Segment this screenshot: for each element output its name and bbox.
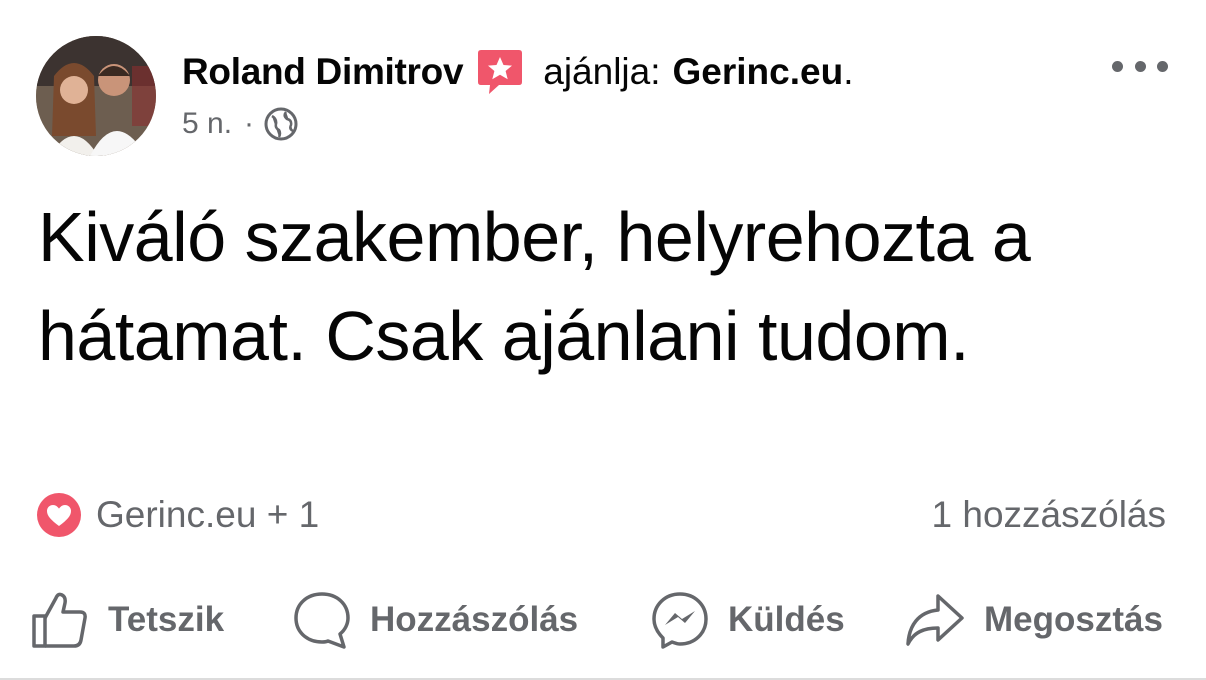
send-button[interactable]: Küldés [650,582,845,658]
thumbs-up-icon [32,592,87,648]
comments-count[interactable]: 1 hozzászólás [932,490,1166,540]
recommendation-icon [477,48,523,96]
recommend-punctuation: . [843,51,854,92]
author-name[interactable]: Roland Dimitrov [182,51,464,93]
share-icon [906,594,964,646]
more-options-button[interactable] [1112,50,1168,82]
globe-icon[interactable] [264,107,298,141]
more-options-icon [1112,60,1123,72]
meta-separator: · [244,107,255,140]
post-actions-bar: Tetszik Hozzászólás Küldés Megosztás [0,582,1206,658]
post-meta: 5 n. · [182,104,298,144]
recommends-label: ajánlja: [543,51,661,92]
like-button[interactable]: Tetszik [30,582,224,658]
messenger-icon [652,592,708,649]
author-avatar[interactable] [36,36,156,156]
comment-icon [294,592,350,649]
post-timestamp[interactable]: 5 n. [182,107,232,141]
like-label: Tetszik [108,600,225,639]
reactions-summary-text: Gerinc.eu + 1 [96,494,320,535]
recommended-page-link[interactable]: Gerinc.eu [673,51,844,93]
post-body-text: Kiváló szakember, helyrehozta a hátamat.… [38,198,1031,375]
share-button[interactable]: Megosztás [904,582,1163,658]
comment-button[interactable]: Hozzászólás [292,582,578,658]
comment-label: Hozzászólás [370,600,579,639]
love-reaction-icon [36,492,82,538]
send-label: Küldés [728,600,845,639]
post-header: Roland Dimitrov ajánlja: Gerinc.eu. [182,48,853,96]
share-label: Megosztás [984,600,1163,639]
reactions-summary[interactable]: Gerinc.eu + 1 [36,490,319,540]
